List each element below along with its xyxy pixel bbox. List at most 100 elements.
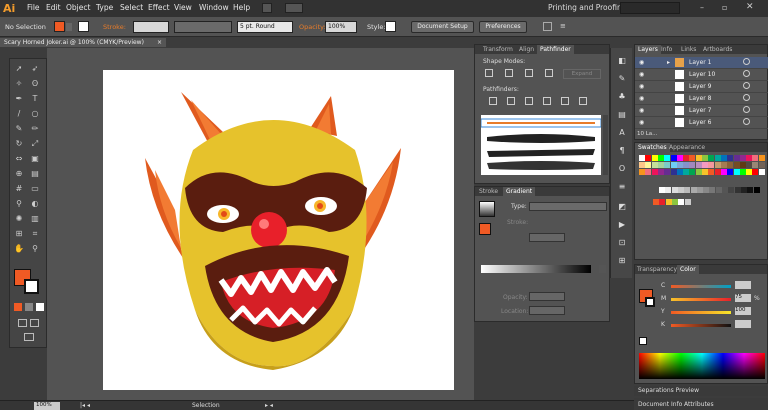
tab-document-info[interactable]: Document Info [638, 401, 682, 408]
swatch[interactable] [670, 162, 677, 168]
tab-attributes[interactable]: Attributes [684, 401, 714, 408]
swatch[interactable] [651, 169, 658, 175]
minimize-icon[interactable]: – [700, 3, 704, 12]
swatch[interactable] [739, 169, 746, 175]
stroke-label[interactable]: Stroke: [103, 23, 126, 31]
search-input[interactable] [620, 2, 680, 14]
swatch[interactable] [645, 155, 652, 161]
swatch[interactable] [720, 162, 727, 168]
swatch[interactable] [758, 169, 765, 175]
swatch[interactable] [684, 187, 691, 193]
tab-pathfinder[interactable]: Pathfinder [537, 45, 574, 54]
opacity-label[interactable]: Opacity: [299, 23, 326, 31]
swatch[interactable] [733, 169, 740, 175]
align-icon[interactable] [543, 22, 552, 31]
channel-m-slider[interactable] [671, 298, 731, 301]
stroke-color-swatch[interactable] [24, 279, 39, 294]
magic-wand-tool-icon[interactable]: ✧ [13, 78, 25, 89]
swatch[interactable] [746, 162, 753, 168]
shape-builder-tool-icon[interactable]: ⊕ [13, 168, 25, 179]
swatch[interactable] [665, 199, 672, 205]
swatch[interactable] [727, 155, 734, 161]
blend-tool-icon[interactable]: ◐ [29, 198, 41, 209]
swatch[interactable] [728, 187, 735, 193]
menu-window[interactable]: Window [199, 3, 229, 12]
swatch[interactable] [664, 162, 671, 168]
style-swatch[interactable] [385, 21, 396, 32]
tab-appearance[interactable]: Appearance [669, 144, 705, 151]
swatch[interactable] [670, 155, 677, 161]
minus-front-icon[interactable] [505, 69, 513, 77]
stroke-panel-icon[interactable]: ≡ [616, 182, 628, 194]
status-arrow-icon[interactable]: ▸ ◂ [265, 402, 273, 409]
swatch[interactable] [689, 169, 696, 175]
brushes-icon[interactable]: ✎ [616, 74, 628, 86]
tab-layers[interactable]: Layers [635, 45, 661, 54]
tab-align[interactable]: Align [519, 46, 534, 53]
rotate-tool-icon[interactable]: ↻ [13, 138, 25, 149]
swatch[interactable] [708, 162, 715, 168]
channel-k-field[interactable] [735, 320, 751, 328]
menu-select[interactable]: Select [120, 3, 143, 12]
swatch[interactable] [664, 155, 671, 161]
none-mode-icon[interactable] [36, 303, 44, 311]
swatch[interactable] [664, 169, 671, 175]
tab-swatches[interactable]: Swatches [635, 143, 670, 152]
ellipse-tool-icon[interactable]: ○ [29, 108, 41, 119]
transparency-panel-icon[interactable]: ◩ [616, 202, 628, 214]
swatch[interactable] [733, 162, 740, 168]
variable-width-field[interactable] [174, 21, 232, 33]
swatch[interactable] [639, 155, 645, 161]
expand-button[interactable]: Expand [563, 69, 601, 79]
swatch[interactable] [708, 169, 715, 175]
type-tool-icon[interactable]: T [29, 93, 41, 104]
crop-icon[interactable] [543, 97, 551, 105]
paragraph-icon[interactable]: ¶ [616, 146, 628, 158]
document-tab[interactable]: Scary Horned Joker.ai @ 100% (CMYK/Previ… [0, 38, 166, 47]
swatch[interactable] [657, 162, 664, 168]
swatch[interactable] [639, 169, 645, 175]
opentype-icon[interactable]: O [616, 164, 628, 176]
swatch[interactable] [758, 162, 765, 168]
swatch[interactable] [702, 169, 708, 175]
brush-scrollbar[interactable] [603, 115, 608, 175]
swatch[interactable] [703, 187, 710, 193]
swatch[interactable] [696, 187, 703, 193]
screen-mode-icon[interactable] [30, 319, 39, 327]
paintbrush-tool-icon[interactable]: ✎ [13, 123, 25, 134]
swatch[interactable] [670, 169, 677, 175]
mesh-tool-icon[interactable]: # [13, 183, 25, 194]
swatch[interactable] [720, 155, 727, 161]
channel-k-slider[interactable] [671, 324, 731, 327]
color-spectrum[interactable] [639, 353, 765, 379]
outline-icon[interactable] [561, 97, 569, 105]
gradient-preview-swatch[interactable] [479, 201, 495, 217]
menu-object[interactable]: Object [66, 3, 90, 12]
tab-links[interactable]: Links [681, 46, 696, 53]
channel-y-slider[interactable] [671, 311, 731, 314]
artboard-tool-icon[interactable]: ⊞ [13, 228, 25, 239]
swatch[interactable] [651, 162, 658, 168]
menu-file[interactable]: File [27, 3, 40, 12]
width-tool-icon[interactable]: ⇔ [13, 153, 25, 164]
tab-stroke[interactable]: Stroke [479, 188, 498, 195]
swatch[interactable] [722, 187, 728, 193]
swatch[interactable] [753, 187, 760, 193]
swatch[interactable] [714, 169, 721, 175]
tab-gradient[interactable]: Gradient [503, 187, 536, 196]
channel-c-slider[interactable] [671, 285, 731, 288]
swatch[interactable] [695, 155, 702, 161]
divide-icon[interactable] [489, 97, 497, 105]
swatch[interactable] [708, 155, 715, 161]
hand-tool-icon[interactable]: ✋ [13, 243, 25, 254]
swatch[interactable] [740, 187, 747, 193]
color-stroke-swatch[interactable] [645, 297, 655, 307]
swatch[interactable] [690, 187, 697, 193]
eyedropper-tool-icon[interactable]: ⚲ [13, 198, 25, 209]
swatch[interactable] [678, 199, 685, 205]
perspective-tool-icon[interactable]: ▤ [29, 168, 41, 179]
gradient-opacity-field[interactable] [529, 292, 565, 301]
layer-row[interactable]: ◉ Layer 7 [635, 105, 768, 117]
brush-library-list[interactable] [480, 115, 602, 175]
arrange-documents-icon[interactable] [285, 3, 303, 13]
